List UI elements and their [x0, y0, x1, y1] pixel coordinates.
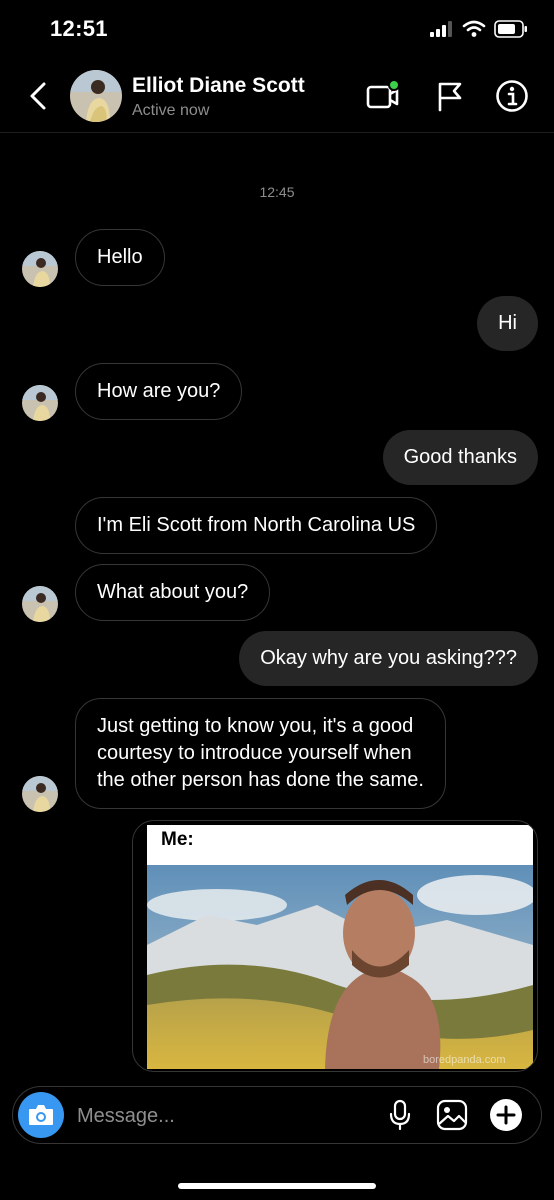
thread-timestamp: 12:45 [259, 184, 295, 200]
microphone-icon[interactable] [383, 1098, 417, 1132]
chat-header: Elliot Diane Scott Active now [0, 60, 554, 133]
message-bubble-incoming[interactable]: Just getting to know you, it's a good co… [75, 698, 446, 809]
battery-icon [494, 20, 527, 38]
message-bubble-incoming[interactable]: I'm Eli Scott from North Carolina US [75, 497, 438, 554]
message-bubble-outgoing[interactable]: Okay why are you asking??? [239, 631, 538, 686]
wifi-icon [462, 20, 486, 37]
message-line: the other person has done the same. [97, 769, 424, 791]
signal-icon [430, 21, 452, 37]
message-bubble-incoming[interactable]: What about you? [75, 564, 271, 621]
camera-icon [29, 1105, 53, 1125]
watermark-text: boredpanda.com [423, 1054, 506, 1066]
sender-avatar[interactable] [22, 776, 58, 812]
meme-photo: boredpanda.com [147, 865, 533, 1069]
message-line: courtesy to introduce yourself when [97, 742, 412, 764]
message-line: Just getting to know you, it's a good [97, 715, 414, 737]
media-message[interactable]: Me: boredpanda.com [132, 820, 538, 1072]
flag-icon[interactable] [432, 78, 468, 114]
info-icon[interactable] [494, 78, 530, 114]
contact-name[interactable]: Elliot Diane Scott [132, 74, 305, 98]
status-bar: 12:51 [0, 0, 554, 60]
meme-image: Me: boredpanda.com [147, 825, 533, 1069]
home-indicator[interactable] [178, 1183, 376, 1189]
sender-avatar[interactable] [22, 586, 58, 622]
video-call-icon[interactable] [364, 78, 400, 114]
status-time: 12:51 [50, 16, 108, 41]
status-icons [430, 20, 528, 38]
sender-avatar[interactable] [22, 385, 58, 421]
message-input[interactable] [75, 1101, 329, 1131]
gallery-icon[interactable] [435, 1098, 469, 1132]
message-bubble-incoming[interactable]: How are you? [75, 363, 243, 420]
camera-button[interactable] [18, 1092, 64, 1138]
sender-avatar[interactable] [22, 251, 58, 287]
active-status: Active now [132, 102, 210, 119]
message-bubble-incoming[interactable]: Hello [75, 229, 165, 286]
add-plus-icon[interactable] [489, 1098, 523, 1132]
meme-caption: Me: [161, 829, 194, 850]
message-bubble-outgoing[interactable]: Hi [477, 296, 538, 351]
back-chevron-icon[interactable] [24, 78, 54, 114]
contact-avatar[interactable] [70, 70, 122, 122]
message-bubble-outgoing[interactable]: Good thanks [382, 430, 538, 485]
message-composer [12, 1086, 542, 1144]
